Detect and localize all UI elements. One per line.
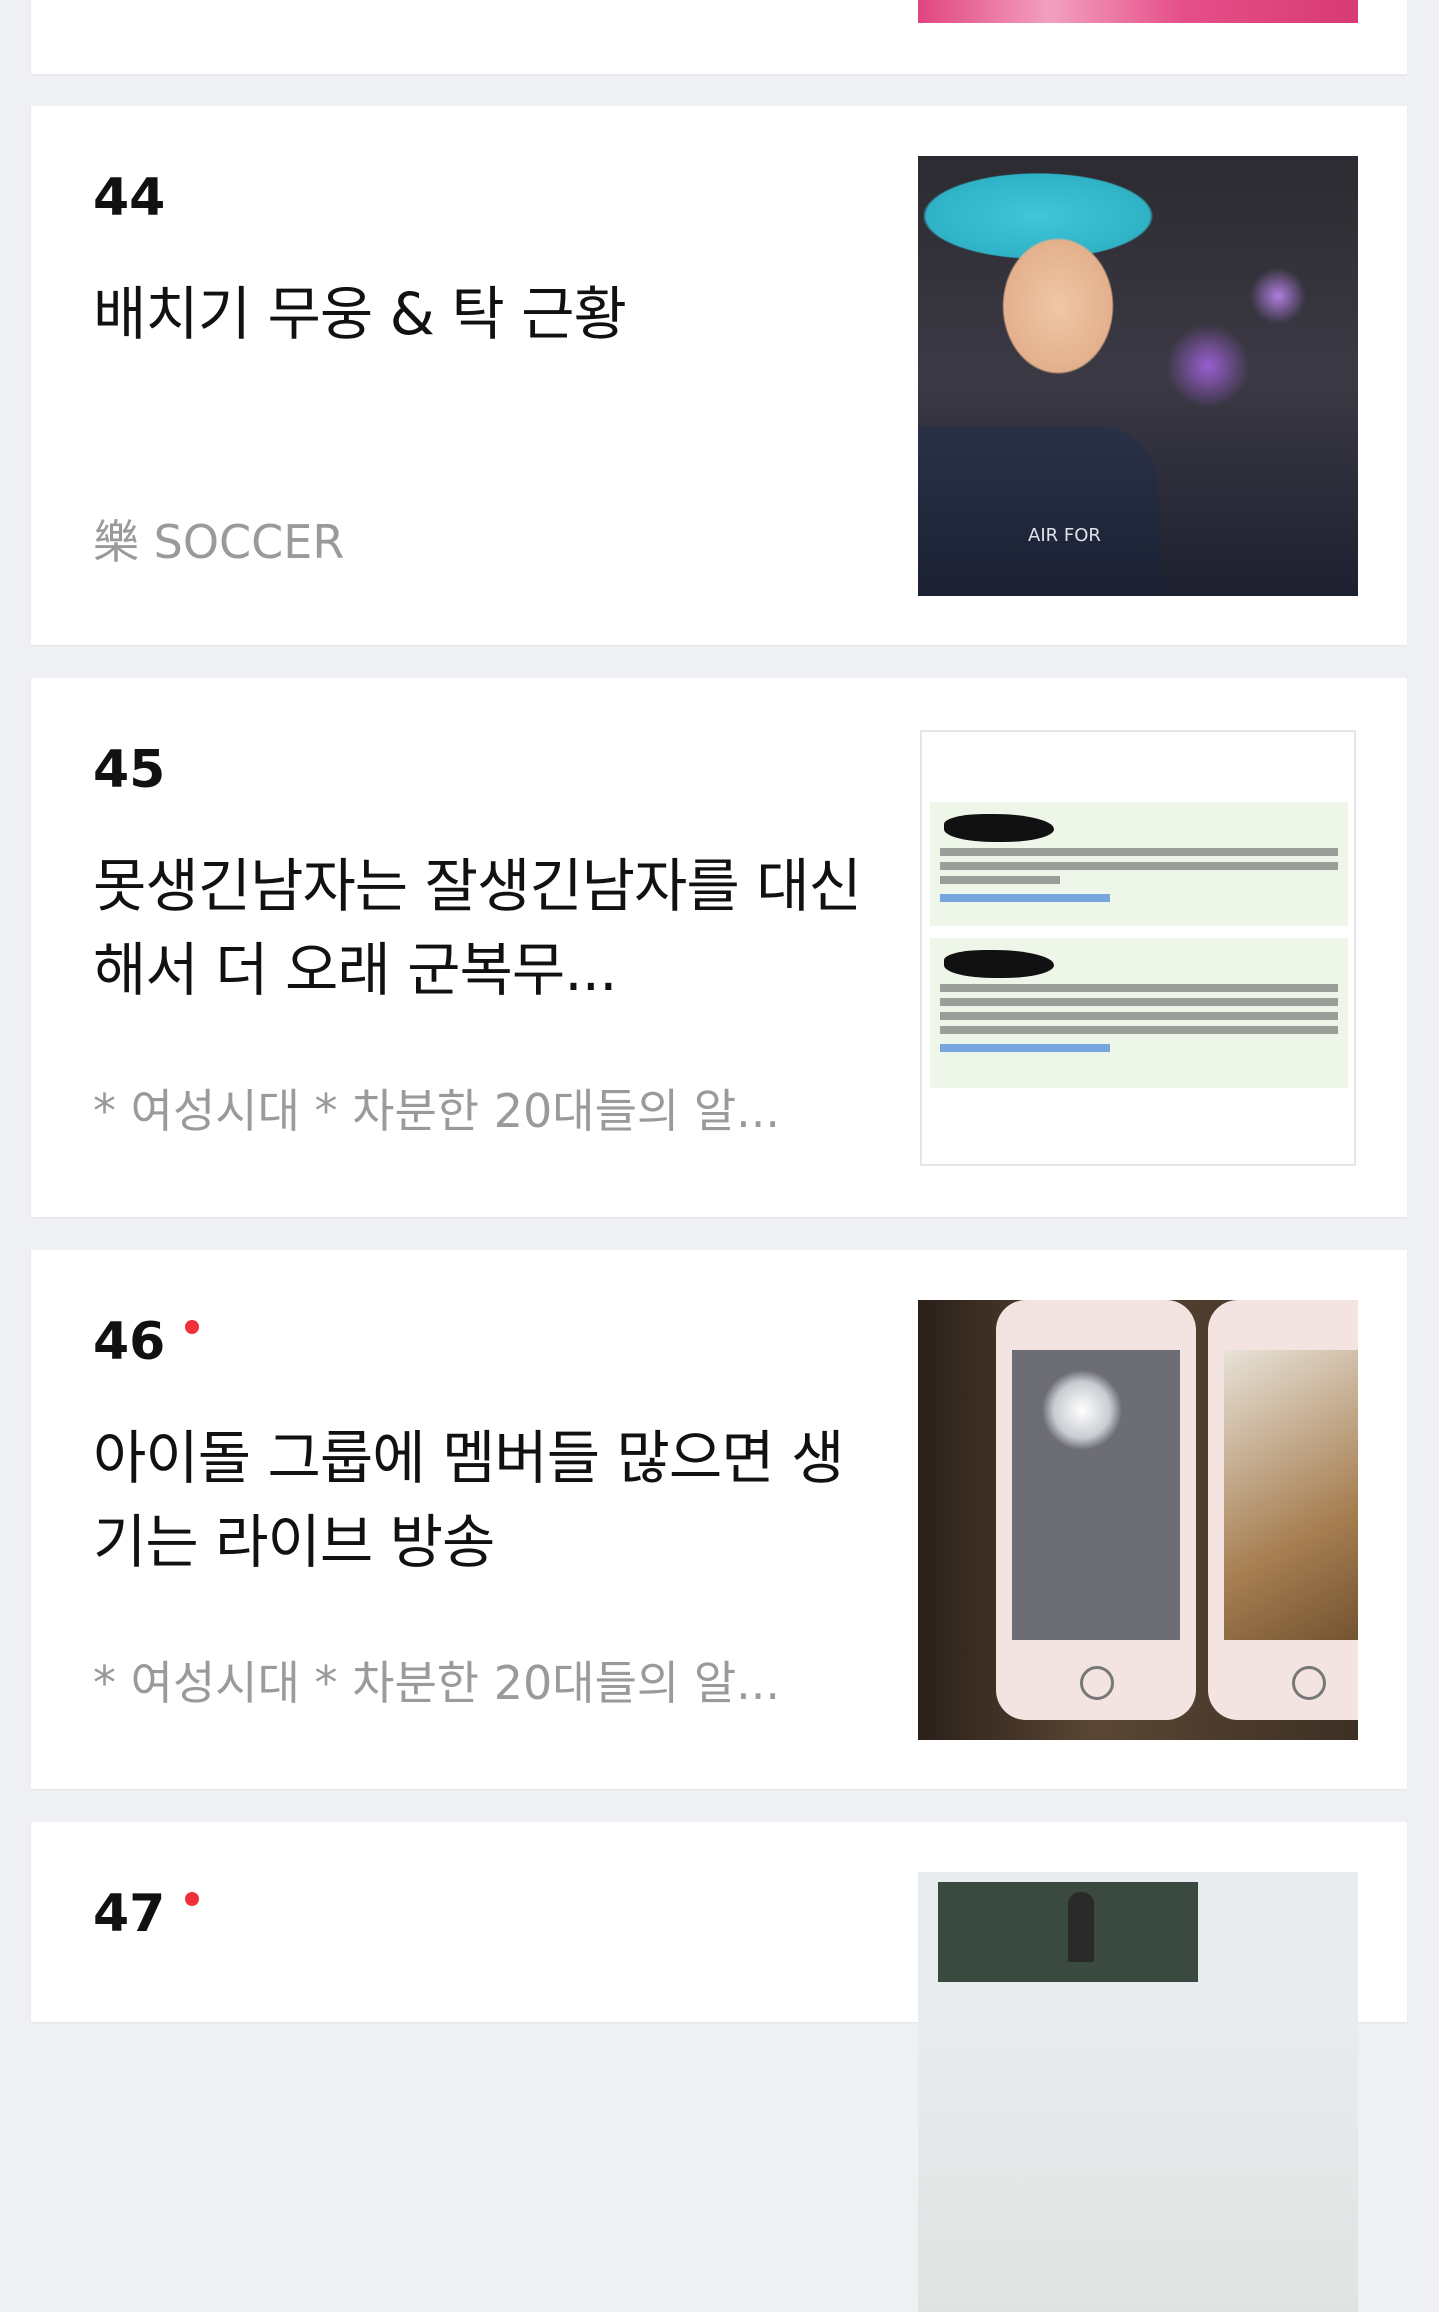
ranking-item-45[interactable]: 45 못생긴남자는 잘생긴남자를 대신해서 더 오래 군복무... * 여성시대…: [31, 678, 1407, 1217]
phones-photo-thumbnail[interactable]: [918, 1300, 1358, 1740]
rank-number: 46: [93, 1312, 200, 1372]
post-source: * 여성시대 * 차분한 20대들의 알...: [93, 1656, 781, 1710]
lecture-photo-thumbnail[interactable]: [918, 1872, 1358, 2312]
redacted-name-mark: [944, 950, 1054, 978]
post-source: * 여성시대 * 차분한 20대들의 알...: [93, 1084, 781, 1138]
pink-photo-thumbnail[interactable]: [918, 0, 1358, 23]
new-indicator-dot: [185, 1320, 200, 1334]
ranking-item-44[interactable]: 44 배치기 무웅 & 탁 근황 樂 SOCCER AIR FOR: [31, 106, 1407, 645]
rank-label: 44: [93, 168, 166, 228]
jacket-patch-text: AIR FOR: [1028, 525, 1101, 546]
jacket-shape: [918, 426, 1158, 596]
ranking-item-43[interactable]: [31, 0, 1407, 74]
phone-left: [996, 1300, 1196, 1720]
post-source: 樂 SOCCER: [93, 515, 345, 569]
comment-screenshot-thumbnail[interactable]: [920, 730, 1356, 1166]
new-indicator-dot: [185, 1892, 200, 1906]
rank-number: 44: [93, 168, 165, 228]
rank-label: 45: [93, 740, 166, 800]
rank-number: 45: [93, 740, 165, 800]
selfie-photo-thumbnail[interactable]: AIR FOR: [918, 156, 1358, 596]
rank-label: 46: [93, 1312, 166, 1372]
comment-block-1: [930, 802, 1348, 926]
ranking-item-46[interactable]: 46 아이돌 그룹에 멤버들 많으면 생기는 라이브 방송 * 여성시대 * 차…: [31, 1250, 1407, 1789]
phone-right: [1208, 1300, 1358, 1720]
redacted-name-mark: [944, 814, 1054, 842]
ranking-item-47[interactable]: 47: [31, 1822, 1407, 2312]
rank-label: 47: [93, 1884, 166, 1944]
comment-block-2: [930, 938, 1348, 1088]
post-title[interactable]: 아이돌 그룹에 멤버들 많으면 생기는 라이브 방송: [93, 1416, 863, 1584]
rank-number: 47: [93, 1884, 200, 1944]
lecturer-figure: [1068, 1892, 1094, 1962]
post-title[interactable]: 못생긴남자는 잘생긴남자를 대신해서 더 오래 군복무...: [93, 844, 863, 1012]
post-title[interactable]: 배치기 무웅 & 탁 근황: [93, 272, 863, 356]
